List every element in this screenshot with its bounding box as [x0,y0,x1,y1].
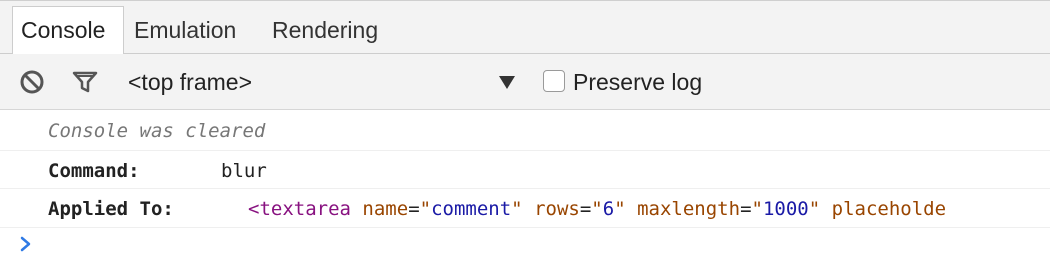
attr-name: rows [534,198,580,220]
tab-rendering[interactable]: Rendering [264,6,386,55]
dropdown-arrow-icon[interactable] [499,76,515,89]
element-node[interactable]: <textarea name="comment" rows="6" maxlen… [248,189,947,227]
console-toolbar: <top frame> Preserve log [0,54,1050,110]
preserve-log-label[interactable]: Preserve log [573,62,702,102]
attr-name: placeholde [831,198,947,220]
tab-console[interactable]: Console [12,6,124,55]
attr-name: maxlength [637,198,741,220]
applied-label: Applied To: [48,198,174,220]
preserve-log-checkbox[interactable] [543,70,565,92]
attr-value: comment [431,198,512,220]
tab-emulation[interactable]: Emulation [126,6,244,55]
element-open-bracket: < [248,198,260,220]
devtools-drawer: Console Emulation Rendering <top frame> … [0,0,1050,268]
drawer-tab-strip: Console Emulation Rendering [0,0,1050,55]
chevron-right-icon [20,236,31,252]
filter-icon[interactable] [71,68,99,96]
element-tag-name: textarea [259,198,351,220]
console-command-row: Command: blur [0,151,1050,189]
console-applied-row: Applied To: <textarea name="comment" row… [0,189,1050,228]
attr-value: 6 [602,198,615,220]
frame-selector[interactable]: <top frame> [120,62,526,102]
clear-console-icon[interactable] [18,68,46,96]
attr-name: name [362,198,409,220]
console-messages: Console was cleared Command: blur Applie… [0,110,1050,268]
command-label: Command: [48,160,140,182]
command-value: blur [221,160,267,182]
console-cleared-message: Console was cleared [0,110,1050,151]
attr-value: 1000 [762,198,809,220]
